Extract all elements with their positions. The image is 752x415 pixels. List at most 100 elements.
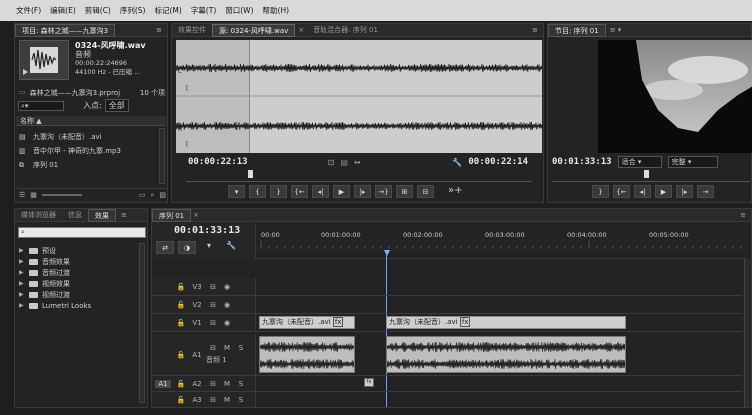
new-bin-icon[interactable]: ▭: [139, 191, 146, 199]
eye-icon[interactable]: ◉: [220, 301, 234, 309]
nest-toggle-icon[interactable]: ⇄: [156, 241, 174, 254]
tree-folder-presets[interactable]: ▶ 预设: [19, 245, 143, 256]
transition-badge[interactable]: fx: [364, 378, 374, 387]
sync-lock-icon[interactable]: ⊟: [206, 283, 220, 291]
wrench-icon[interactable]: 🔧: [452, 158, 462, 167]
fit-select[interactable]: 适合 ▾: [617, 156, 662, 168]
program-go-to-in-button[interactable]: {←: [613, 185, 630, 198]
lock-icon[interactable]: 🔓: [174, 380, 188, 388]
solo-button[interactable]: S: [234, 396, 248, 404]
close-icon[interactable]: ×: [191, 211, 201, 219]
list-view-icon[interactable]: ☰: [19, 191, 25, 199]
mark-out-button[interactable]: }: [270, 185, 287, 198]
menu-file[interactable]: 文件(F): [16, 5, 41, 16]
tab-dropdown-icon[interactable]: ≡ ▾: [606, 26, 626, 34]
menu-sequence[interactable]: 序列(S): [120, 5, 146, 16]
sync-lock-icon[interactable]: ⊟: [206, 319, 220, 327]
source-timecode-in[interactable]: 00:00:22:13: [188, 157, 248, 167]
playhead-icon[interactable]: [248, 170, 253, 178]
tab-audio-mixer[interactable]: 音轨混合器: 序列 01: [307, 24, 384, 37]
effects-search-input[interactable]: ⌕: [18, 227, 146, 238]
new-item-icon[interactable]: ▧: [159, 191, 166, 199]
sync-lock-icon[interactable]: ⊟: [206, 380, 220, 388]
panel-menu-icon[interactable]: ≡: [735, 211, 751, 219]
add-marker-button[interactable]: ▾: [228, 185, 245, 198]
tab-sequence[interactable]: 序列 01: [152, 209, 192, 222]
lock-icon[interactable]: 🔓: [174, 319, 188, 327]
source-time-ruler[interactable]: [186, 170, 532, 182]
tab-effect-controls[interactable]: 效果控件: [172, 24, 212, 37]
project-search-input[interactable]: ⌕▾: [18, 100, 64, 111]
go-to-in-button[interactable]: {←: [291, 185, 308, 198]
panel-menu-icon[interactable]: ≡: [116, 211, 132, 219]
tab-info[interactable]: 信息: [62, 209, 88, 222]
list-item[interactable]: ▥ 音中尔甲 - 神奇的九寨.mp3: [19, 144, 159, 158]
snap-icon[interactable]: ◑: [178, 241, 196, 254]
menu-window[interactable]: 窗口(W): [225, 5, 253, 16]
lock-icon[interactable]: 🔓: [174, 301, 188, 309]
eye-icon[interactable]: ◉: [220, 319, 234, 327]
program-step-forward-button[interactable]: |▸: [676, 185, 693, 198]
lock-icon[interactable]: 🔓: [174, 283, 188, 291]
mute-button[interactable]: M: [220, 380, 234, 388]
zoom-slider[interactable]: [41, 194, 82, 196]
tab-project[interactable]: 项目: 森林之城——九寨沟3: [15, 23, 116, 37]
settings-wrench-icon[interactable]: 🔧: [222, 241, 240, 254]
solo-button[interactable]: S: [234, 380, 248, 388]
tab-effects[interactable]: 效果: [88, 208, 116, 222]
tree-folder-audio-effects[interactable]: ▶ 音频效果: [19, 256, 143, 267]
mute-button[interactable]: M: [220, 344, 234, 352]
menu-help[interactable]: 帮助(H): [263, 5, 290, 16]
insert-button[interactable]: ⊞: [396, 185, 413, 198]
drag-audio-icon[interactable]: ↔: [354, 158, 361, 167]
source-patch-a1[interactable]: A1: [155, 379, 171, 388]
video-clip-2[interactable]: 九寨沟（未配音）.avi fx: [386, 316, 626, 329]
drag-video-icon[interactable]: ▤: [340, 158, 348, 167]
menu-marker[interactable]: 标记(M): [154, 5, 181, 16]
tab-source[interactable]: 源: 0324-风呼啸.wav: [212, 23, 296, 37]
tree-folder-video-transitions[interactable]: ▶ 视频过渡: [19, 289, 143, 300]
mark-in-button[interactable]: {: [249, 185, 266, 198]
column-header[interactable]: 名称 ▲: [16, 116, 166, 126]
add-button-icon[interactable]: »+: [448, 185, 463, 198]
play-button[interactable]: ▶: [333, 185, 350, 198]
add-marker-icon[interactable]: ▾: [200, 241, 218, 254]
go-to-out-button[interactable]: →}: [375, 185, 392, 198]
in-select[interactable]: 全部: [104, 99, 129, 112]
tree-folder-lumetri-looks[interactable]: ▶ Lumetri Looks: [19, 300, 143, 311]
tab-program[interactable]: 节目: 序列 01: [548, 23, 606, 37]
program-go-to-out-button[interactable]: →: [697, 185, 714, 198]
program-step-back-button[interactable]: ◂|: [634, 185, 651, 198]
effects-scrollbar[interactable]: [139, 243, 145, 403]
list-item[interactable]: ⧉ 序列 01: [19, 158, 159, 172]
tree-folder-video-effects[interactable]: ▶ 视频效果: [19, 278, 143, 289]
sync-lock-icon[interactable]: ⊟: [206, 344, 220, 352]
panel-menu-icon[interactable]: ≡: [151, 26, 167, 34]
menu-clip[interactable]: 剪辑(C): [85, 5, 111, 16]
close-icon[interactable]: ×: [295, 26, 307, 34]
solo-button[interactable]: S: [234, 344, 248, 352]
program-mark-out-button[interactable]: }: [592, 185, 609, 198]
tab-media-browser[interactable]: 媒体浏览器: [15, 209, 62, 222]
list-item[interactable]: ▤ 九寨沟（未配音）.avi: [19, 130, 159, 144]
timeline-timecode[interactable]: 00:01:33:13: [174, 225, 240, 236]
lock-icon[interactable]: 🔓: [174, 396, 188, 404]
menu-edit[interactable]: 编辑(E): [50, 5, 76, 16]
program-playhead-icon[interactable]: [644, 170, 649, 178]
audio-clip-1[interactable]: [259, 336, 355, 373]
fit-icon[interactable]: ⊡: [328, 158, 335, 167]
waveform-area[interactable]: L R [ [: [176, 40, 542, 153]
lock-icon[interactable]: 🔓: [174, 351, 188, 359]
timeline-scrollbar[interactable]: [744, 259, 750, 407]
program-video-frame[interactable]: [598, 40, 752, 153]
video-clip-1[interactable]: 九寨沟（未配音）.avi fx: [259, 316, 355, 329]
eye-icon[interactable]: ◉: [220, 283, 234, 291]
project-scrollbar[interactable]: [159, 128, 165, 184]
icon-view-icon[interactable]: ▦: [30, 191, 37, 199]
audio-clip-2[interactable]: [386, 336, 626, 373]
program-play-button[interactable]: ▶: [655, 185, 672, 198]
program-timecode[interactable]: 00:01:33:13: [552, 157, 612, 167]
tree-folder-audio-transitions[interactable]: ▶ 音频过渡: [19, 267, 143, 278]
search-bin-icon[interactable]: ⌕: [150, 191, 154, 200]
mute-button[interactable]: M: [220, 396, 234, 404]
